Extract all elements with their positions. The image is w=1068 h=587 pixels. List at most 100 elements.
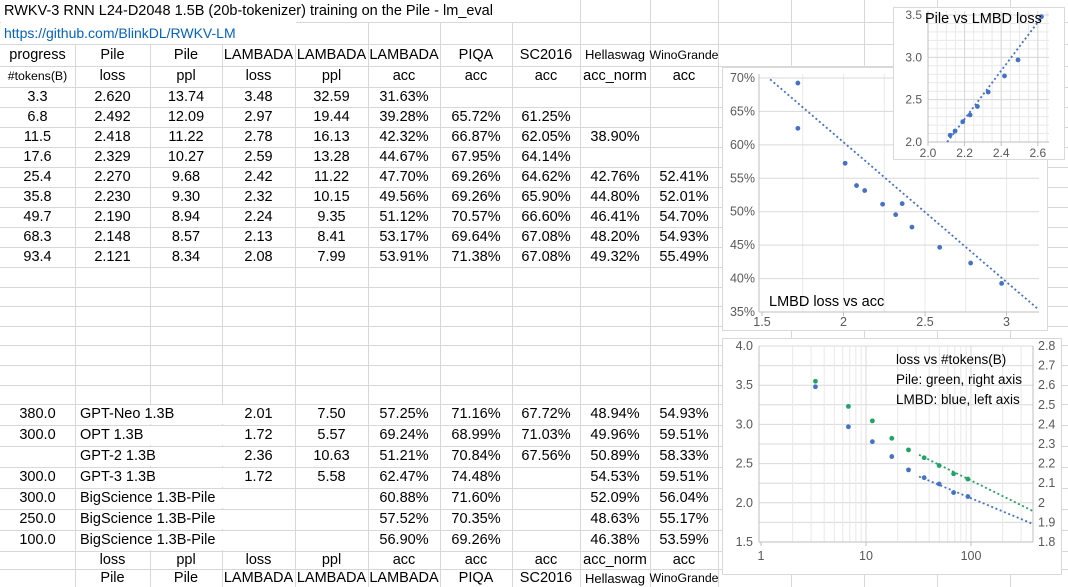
table-cell[interactable]: 5.57	[296, 425, 367, 446]
table-cell[interactable]: 9.30	[151, 187, 221, 207]
header-cell[interactable]: ppl	[296, 66, 367, 88]
table-cell[interactable]: 68.3	[1, 227, 74, 247]
footer-cell[interactable]: acc	[369, 551, 439, 569]
table-cell[interactable]: 10.15	[296, 187, 367, 207]
table-cell[interactable]: 35.8	[1, 187, 74, 207]
footer-cell[interactable]: SC2016	[513, 569, 579, 587]
table-cell[interactable]: 2.190	[76, 207, 149, 227]
table-cell[interactable]: 70.57%	[441, 207, 511, 227]
chart-loss-vs-tokens[interactable]: 1.52.02.53.03.54.01.81.922.12.22.32.42.5…	[722, 338, 1062, 575]
table-cell[interactable]: 2.08	[223, 247, 294, 267]
table-cell[interactable]: 31.63%	[369, 87, 439, 107]
table-cell[interactable]: 71.60%	[441, 488, 511, 509]
table-cell[interactable]: 69.64%	[441, 227, 511, 247]
table-cell[interactable]: 380.0	[1, 404, 74, 425]
table-cell[interactable]: 54.53%	[581, 467, 649, 488]
table-cell[interactable]: 100.0	[1, 530, 74, 551]
table-cell[interactable]: 2.36	[223, 446, 294, 467]
table-cell[interactable]: 64.14%	[513, 147, 579, 167]
table-cell[interactable]: 55.49%	[651, 247, 717, 267]
table-cell[interactable]: 42.32%	[369, 127, 439, 147]
table-cell[interactable]: 2.148	[76, 227, 149, 247]
table-cell[interactable]: 10.63	[296, 446, 367, 467]
header-cell[interactable]: SC2016	[513, 44, 579, 66]
footer-cell[interactable]: LAMBADA	[369, 569, 439, 587]
table-cell[interactable]: 56.90%	[369, 530, 439, 551]
table-cell[interactable]: 59.51%	[651, 467, 717, 488]
table-cell[interactable]: 69.26%	[441, 167, 511, 187]
table-cell[interactable]: 71.38%	[441, 247, 511, 267]
table-cell[interactable]: 70.84%	[441, 446, 511, 467]
github-link[interactable]: https://github.com/BlinkDL/RWKV-LM	[1, 22, 296, 44]
footer-cell[interactable]: acc_norm	[581, 551, 649, 569]
table-cell[interactable]: 48.94%	[581, 404, 649, 425]
table-cell[interactable]: 65.90%	[513, 187, 579, 207]
table-cell[interactable]: 67.95%	[441, 147, 511, 167]
table-cell[interactable]: 7.99	[296, 247, 367, 267]
table-cell[interactable]: 50.89%	[581, 446, 649, 467]
header-cell[interactable]: loss	[223, 66, 294, 88]
footer-cell[interactable]: loss	[223, 551, 294, 569]
table-cell[interactable]: 57.52%	[369, 509, 439, 530]
table-cell[interactable]: 56.04%	[651, 488, 717, 509]
table-cell[interactable]: 39.28%	[369, 107, 439, 127]
header-cell[interactable]: PIQA	[441, 44, 511, 66]
table-cell[interactable]: 66.60%	[513, 207, 579, 227]
header-cell[interactable]: acc	[369, 66, 439, 88]
header-cell[interactable]: WinoGrande	[651, 44, 717, 66]
header-cell[interactable]: Hellaswag	[581, 44, 649, 66]
header-cell[interactable]: acc	[441, 66, 511, 88]
table-cell[interactable]: 46.38%	[581, 530, 649, 551]
table-cell[interactable]: 2.13	[223, 227, 294, 247]
header-cell[interactable]: Pile	[151, 44, 221, 66]
table-cell[interactable]: 54.93%	[651, 227, 717, 247]
footer-cell[interactable]: Pile	[151, 569, 221, 587]
table-cell[interactable]: 11.22	[296, 167, 367, 187]
footer-cell[interactable]: LAMBADA	[223, 569, 294, 587]
table-cell[interactable]: 64.62%	[513, 167, 579, 187]
table-cell[interactable]: 8.34	[151, 247, 221, 267]
table-cell[interactable]: 67.08%	[513, 247, 579, 267]
table-cell[interactable]: 38.90%	[581, 127, 649, 147]
footer-cell[interactable]: acc	[441, 551, 511, 569]
table-cell[interactable]: 44.67%	[369, 147, 439, 167]
footer-cell[interactable]: ppl	[296, 551, 367, 569]
table-cell[interactable]: 42.76%	[581, 167, 649, 187]
header-cell[interactable]: acc	[651, 66, 717, 88]
table-cell[interactable]: 93.4	[1, 247, 74, 267]
footer-cell[interactable]: PIQA	[441, 569, 511, 587]
table-cell[interactable]: 55.17%	[651, 509, 717, 530]
table-cell[interactable]: 74.48%	[441, 467, 511, 488]
header-cell[interactable]: LAMBADA	[369, 44, 439, 66]
table-cell[interactable]: 65.72%	[441, 107, 511, 127]
table-cell[interactable]: 17.6	[1, 147, 74, 167]
footer-cell[interactable]: WinoGrande	[651, 569, 717, 587]
table-cell[interactable]: 68.99%	[441, 425, 511, 446]
model-name-cell[interactable]: GPT-2 1.3B	[76, 447, 225, 466]
table-cell[interactable]: 69.26%	[441, 187, 511, 207]
model-name-cell[interactable]: BigScience 1.3B-Pile	[76, 531, 225, 550]
table-cell[interactable]: 3.3	[1, 87, 74, 107]
table-cell[interactable]: 2.42	[223, 167, 294, 187]
table-cell[interactable]: 11.5	[1, 127, 74, 147]
footer-cell[interactable]: Hellaswag	[581, 569, 649, 587]
table-cell[interactable]: 49.56%	[369, 187, 439, 207]
table-cell[interactable]: 8.41	[296, 227, 367, 247]
table-cell[interactable]: 2.418	[76, 127, 149, 147]
table-cell[interactable]: 49.96%	[581, 425, 649, 446]
table-cell[interactable]: 250.0	[1, 509, 74, 530]
table-cell[interactable]: 53.17%	[369, 227, 439, 247]
model-name-cell[interactable]: BigScience 1.3B-Pile	[76, 489, 225, 508]
table-cell[interactable]: 7.50	[296, 404, 367, 425]
table-cell[interactable]: 300.0	[1, 467, 74, 488]
table-cell[interactable]: 48.63%	[581, 509, 649, 530]
footer-cell[interactable]: acc	[651, 551, 717, 569]
table-cell[interactable]: 49.7	[1, 207, 74, 227]
header-cell[interactable]: Pile	[76, 44, 149, 66]
table-cell[interactable]: 2.329	[76, 147, 149, 167]
table-cell[interactable]: 62.05%	[513, 127, 579, 147]
table-cell[interactable]: 12.09	[151, 107, 221, 127]
model-name-cell[interactable]: BigScience 1.3B-Pile	[76, 510, 225, 529]
footer-cell[interactable]: ppl	[151, 551, 221, 569]
table-cell[interactable]: 52.09%	[581, 488, 649, 509]
